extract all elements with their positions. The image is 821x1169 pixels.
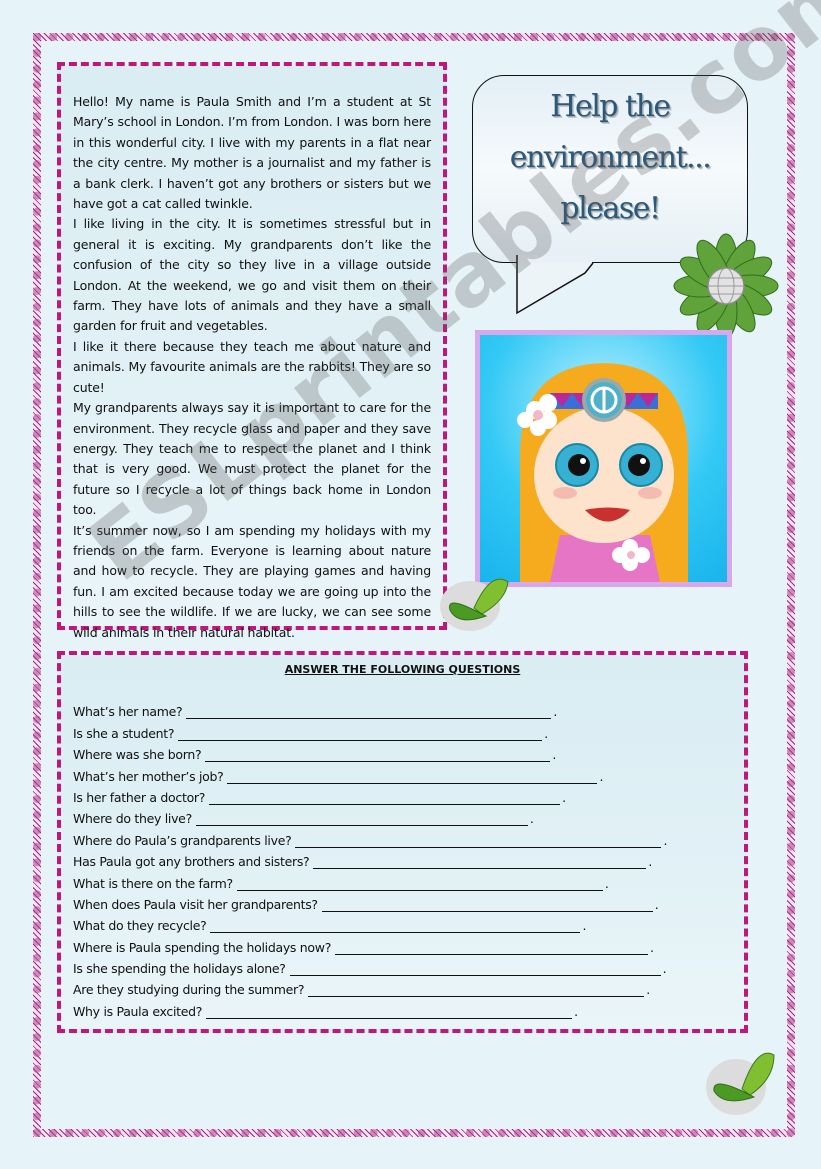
- end-mark: .: [650, 939, 654, 955]
- answer-blank[interactable]: [209, 789, 561, 805]
- question-row: Where do Paula’s grandparents live?.: [73, 826, 732, 848]
- end-mark: .: [662, 961, 667, 977]
- end-mark: .: [582, 918, 587, 934]
- end-mark: .: [604, 875, 609, 891]
- question-row: Where is Paula spending the holidays now…: [73, 933, 732, 955]
- question-row: Are they studying during the summer?.: [73, 976, 732, 998]
- bubble-line: environment...: [509, 140, 712, 175]
- answer-blank[interactable]: [205, 746, 551, 763]
- answer-blank[interactable]: [289, 960, 661, 977]
- question-text: Where do Paula’s grandparents live?: [73, 832, 292, 848]
- speech-bubble-tail: [516, 255, 594, 315]
- answer-blank[interactable]: [321, 896, 653, 912]
- question-text: Where do they live?: [73, 811, 192, 827]
- passage-paragraph: I like living in the city. It is sometim…: [73, 216, 431, 334]
- end-mark: .: [599, 768, 604, 784]
- end-mark: .: [663, 832, 668, 848]
- bubble-line: please!: [560, 191, 661, 226]
- question-text: What’s her mother’s job?: [73, 768, 224, 784]
- butterfly-icon: [706, 1052, 775, 1115]
- answer-blank[interactable]: [210, 917, 581, 934]
- question-row: Has Paula got any brothers and sisters?.: [73, 848, 732, 870]
- end-mark: .: [646, 982, 650, 998]
- question-text: Is she a student?: [73, 725, 175, 741]
- answer-blank[interactable]: [206, 1003, 573, 1019]
- passage-paragraph: I like it there because they teach me ab…: [73, 338, 431, 395]
- answer-blank[interactable]: [295, 832, 662, 848]
- end-mark: .: [544, 725, 548, 741]
- end-mark: .: [562, 789, 566, 805]
- question-text: Is she spending the holidays alone?: [73, 961, 286, 977]
- question-row: Is she a student?.: [73, 719, 732, 741]
- answer-blank[interactable]: [236, 875, 603, 891]
- girl-illustration: [517, 363, 688, 582]
- end-mark: .: [648, 854, 653, 870]
- question-text: What do they recycle?: [73, 918, 207, 934]
- question-row: Is her father a doctor?.: [73, 784, 732, 805]
- passage-paragraph: Hello! My name is Paula Smith and I’m a …: [73, 94, 431, 212]
- question-text: When does Paula visit her grandparents?: [73, 896, 318, 912]
- end-mark: .: [552, 747, 557, 763]
- question-row: When does Paula visit her grandparents?.: [73, 891, 732, 912]
- question-row: Where was she born?.: [73, 741, 732, 763]
- flower-globe-icon: [673, 233, 779, 339]
- answer-blank[interactable]: [227, 768, 598, 784]
- end-mark: .: [529, 811, 534, 827]
- answer-blank[interactable]: [178, 725, 543, 741]
- answer-blank[interactable]: [335, 939, 649, 955]
- question-row: What do they recycle?.: [73, 912, 732, 934]
- questions-list: What’s her name?. Is she a student?. Where…: [73, 698, 732, 1019]
- passage-paragraph: My grandparents always say it is importa…: [73, 400, 431, 518]
- question-text: Has Paula got any brothers and sisters?: [73, 854, 310, 870]
- question-text: What is there on the farm?: [73, 875, 233, 891]
- end-mark: .: [654, 896, 659, 912]
- question-text: Is her father a doctor?: [73, 789, 206, 805]
- question-text: What’s her name?: [73, 704, 183, 720]
- question-text: Where is Paula spending the holidays now…: [73, 939, 332, 955]
- question-row: What’s her mother’s job?.: [73, 762, 732, 784]
- answer-blank[interactable]: [195, 810, 528, 827]
- answer-blank[interactable]: [308, 981, 645, 998]
- bubble-line: Help the: [550, 89, 671, 124]
- question-row: Where do they live?.: [73, 805, 732, 827]
- question-text: Where was she born?: [73, 747, 202, 763]
- questions-section: ANSWER THE FOLLOWING QUESTIONS What’s he…: [57, 651, 748, 1033]
- end-mark: .: [574, 1003, 578, 1019]
- question-row: Why is Paula excited?.: [73, 997, 732, 1019]
- end-mark: .: [553, 704, 557, 720]
- passage-paragraph: It’s summer now, so I am spending my hol…: [73, 522, 431, 640]
- question-row: What is there on the farm?.: [73, 869, 732, 891]
- question-text: Why is Paula excited?: [73, 1003, 203, 1019]
- question-row: Is she spending the holidays alone?.: [73, 955, 732, 977]
- questions-title: ANSWER THE FOLLOWING QUESTIONS: [284, 663, 521, 676]
- butterfly-icon: [440, 578, 509, 631]
- girl-portrait-illustration: [475, 330, 732, 587]
- answer-blank[interactable]: [186, 703, 552, 720]
- question-text: Are they studying during the summer?: [73, 982, 305, 998]
- answer-blank[interactable]: [313, 853, 647, 870]
- question-row: What’s her name?.: [73, 698, 732, 720]
- bubble-title: Help the environment... please!: [473, 76, 747, 234]
- reading-passage: Hello! My name is Paula Smith and I’m a …: [57, 62, 447, 640]
